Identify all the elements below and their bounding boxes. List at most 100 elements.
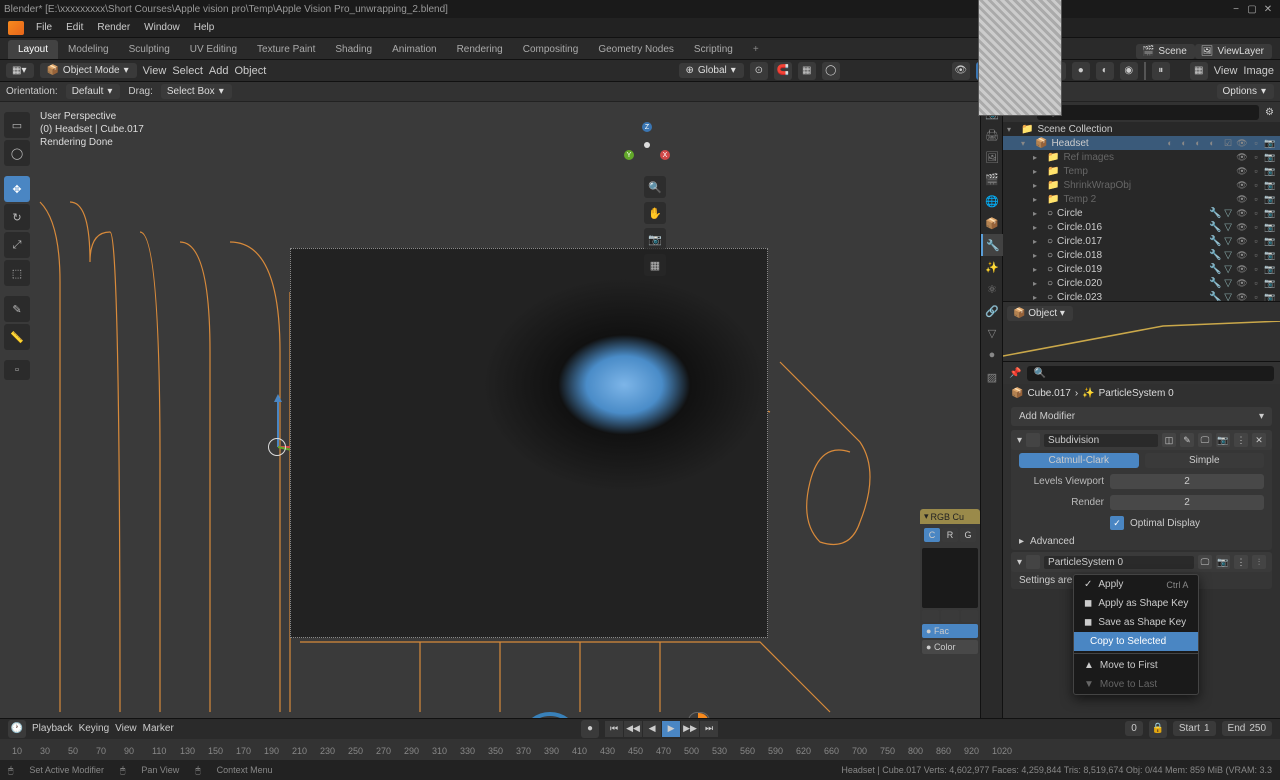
ortho-icon[interactable]: ▦ bbox=[644, 254, 666, 276]
tab-compositing[interactable]: Compositing bbox=[513, 40, 589, 59]
pan-icon[interactable]: ✋ bbox=[644, 202, 666, 224]
maximize-button[interactable]: ▢ bbox=[1244, 4, 1260, 15]
outliner-item[interactable]: ▸○Circle🔧 ▽👁▫📷 bbox=[1003, 206, 1280, 220]
menu-render[interactable]: Render bbox=[91, 20, 136, 35]
levels-viewport[interactable]: 2 bbox=[1110, 474, 1264, 489]
pause-icon[interactable]: ⏸ bbox=[1152, 62, 1170, 80]
outliner-item[interactable]: ▸○Circle.019🔧 ▽👁▫📷 bbox=[1003, 262, 1280, 276]
viewlayer-dropdown[interactable]: 🖼 ViewLayer bbox=[1195, 44, 1272, 59]
channel-g[interactable]: G bbox=[960, 528, 976, 542]
ptab-world[interactable]: 🌐 bbox=[981, 190, 1003, 212]
uv-editor-icon[interactable]: ▦ bbox=[1190, 62, 1208, 80]
ctx-apply-shapekey[interactable]: ◼Apply as Shape Key bbox=[1074, 594, 1198, 613]
proportional-icon[interactable]: ◯ bbox=[822, 62, 840, 80]
props-search[interactable]: 🔍 bbox=[1027, 366, 1274, 381]
annotate-tool[interactable]: ✎ bbox=[4, 296, 30, 322]
ctx-move-first[interactable]: ▲Move to First bbox=[1074, 656, 1198, 675]
outliner-root[interactable]: ▾📁 Scene Collection bbox=[1003, 122, 1280, 136]
ps-extra-icon[interactable]: ⫶ bbox=[1252, 555, 1266, 569]
ptab-constraints[interactable]: 🔗 bbox=[981, 300, 1003, 322]
outliner-search[interactable]: 🔍 bbox=[1037, 105, 1259, 120]
outliner[interactable]: ≡ 🖿 🔍 ⚙ ▾📁 Scene Collection ▾📦 Headset ◐… bbox=[1003, 102, 1280, 302]
mod-cage-icon[interactable]: ◫ bbox=[1162, 433, 1176, 447]
scene-dropdown[interactable]: 🎬 Scene bbox=[1136, 44, 1195, 59]
vp-select-menu[interactable]: Select bbox=[172, 65, 203, 77]
axis-y-icon[interactable]: Y bbox=[624, 150, 634, 160]
snap-icon[interactable]: 🧲 bbox=[774, 62, 792, 80]
ptab-object[interactable]: 📦 bbox=[981, 212, 1003, 234]
timeline[interactable]: 🕐 Playback Keying View Marker ● ⏮ ◀◀ ◀ ▶… bbox=[0, 718, 1280, 760]
timeline-ruler[interactable]: 1030507090110130150170190210230250270290… bbox=[0, 739, 1280, 760]
mode-dropdown[interactable]: 📦 Object Mode ▾ bbox=[40, 63, 136, 78]
add-modifier-button[interactable]: Add Modifier▾ bbox=[1011, 407, 1272, 426]
mod-menu-icon[interactable]: ⋮ bbox=[1234, 433, 1248, 447]
levels-render[interactable]: 2 bbox=[1110, 495, 1264, 510]
visibility-icon[interactable]: 👁 bbox=[952, 62, 970, 80]
tl-view[interactable]: View bbox=[115, 723, 137, 734]
jump-start-icon[interactable]: ⏮ bbox=[605, 721, 623, 737]
mod-close-icon[interactable]: ✕ bbox=[1252, 433, 1266, 447]
editor-type-dropdown[interactable]: ▦▾ bbox=[6, 63, 34, 78]
move-tool[interactable]: ✥ bbox=[4, 176, 30, 202]
outliner-item[interactable]: ▸📁ShrinkWrapObj👁▫📷 bbox=[1003, 178, 1280, 192]
ptab-viewlayer[interactable]: 🖼 bbox=[981, 146, 1003, 168]
pivot-icon[interactable]: ⊙ bbox=[750, 62, 768, 80]
minimize-button[interactable]: − bbox=[1228, 4, 1244, 15]
shade-matprev-icon[interactable]: ◐ bbox=[1096, 62, 1114, 80]
outliner-item[interactable]: ▸📁Temp👁▫📷 bbox=[1003, 164, 1280, 178]
ptab-material[interactable]: ● bbox=[981, 344, 1003, 366]
timeline-editor-icon[interactable]: 🕐 bbox=[8, 720, 26, 738]
ctx-save-shapekey[interactable]: ◼Save as Shape Key bbox=[1074, 613, 1198, 632]
key-prev-icon[interactable]: ◀◀ bbox=[624, 721, 642, 737]
jump-end-icon[interactable]: ⏭ bbox=[700, 721, 718, 737]
camera-icon[interactable]: 📷 bbox=[644, 228, 666, 250]
ps-modifier-header[interactable]: ▾ ParticleSystem 0 🖵 📷 ⋮ ⫶ bbox=[1011, 552, 1272, 572]
outliner-item[interactable]: ▸○Circle.016🔧 ▽👁▫📷 bbox=[1003, 220, 1280, 234]
props-pin-icon[interactable]: 📌 bbox=[1009, 368, 1021, 379]
vp-object-menu[interactable]: Object bbox=[234, 65, 266, 77]
ps-menu-icon[interactable]: ⋮ bbox=[1234, 555, 1248, 569]
outliner-item[interactable]: ▸📁Temp 2👁▫📷 bbox=[1003, 192, 1280, 206]
orientation-dropdown[interactable]: ⊕ Global ▾ bbox=[679, 63, 743, 78]
3d-viewport[interactable]: ▭ ◯ ✥ ↻ ⤢ ⬚ ✎ 📏 ▫ User Perspective (0) H… bbox=[0, 102, 980, 718]
grid-snap-icon[interactable]: ▦ bbox=[798, 62, 816, 80]
modifier-header[interactable]: ▾ Subdivision ◫ ✎ 🖵 📷 ⋮ ✕ bbox=[1011, 430, 1272, 450]
scale-tool[interactable]: ⤢ bbox=[4, 232, 30, 258]
ctx-move-last[interactable]: ▼Move to Last bbox=[1074, 675, 1198, 694]
fac-socket[interactable]: ● Fac bbox=[922, 624, 978, 638]
outliner-item[interactable]: ▸○Circle.018🔧 ▽👁▫📷 bbox=[1003, 248, 1280, 262]
channel-c[interactable]: C bbox=[924, 528, 940, 542]
uv-image-menu[interactable]: Image bbox=[1243, 65, 1274, 77]
add-tool[interactable]: ▫ bbox=[4, 360, 30, 380]
ptab-texture[interactable]: ▨ bbox=[981, 366, 1003, 388]
tab-sculpting[interactable]: Sculpting bbox=[119, 40, 180, 59]
vp-add-menu[interactable]: Add bbox=[209, 65, 229, 77]
axis-z-icon[interactable]: Z bbox=[642, 122, 652, 132]
start-frame[interactable]: Start 1 bbox=[1173, 721, 1216, 736]
ptab-scene[interactable]: 🎬 bbox=[981, 168, 1003, 190]
current-frame[interactable]: 0 bbox=[1125, 721, 1143, 736]
node-header[interactable]: ▾ RGB Cu bbox=[920, 509, 980, 524]
ps-realtime-icon[interactable]: 🖵 bbox=[1198, 555, 1212, 569]
drag-dropdown[interactable]: Select Box ▾ bbox=[161, 84, 232, 99]
close-button[interactable]: ✕ bbox=[1260, 4, 1276, 15]
type-simple[interactable]: Simple bbox=[1145, 453, 1265, 468]
texture-thumbnail[interactable] bbox=[978, 0, 1062, 116]
mod-edit-icon[interactable]: ✎ bbox=[1180, 433, 1194, 447]
uv-object-dropdown[interactable]: 📦 Object ▾ bbox=[1007, 306, 1073, 321]
channel-r[interactable]: R bbox=[942, 528, 958, 542]
axis-x-icon[interactable]: X bbox=[660, 150, 670, 160]
tab-geonodes[interactable]: Geometry Nodes bbox=[588, 40, 684, 59]
play-rev-icon[interactable]: ◀ bbox=[643, 721, 661, 737]
tab-rendering[interactable]: Rendering bbox=[447, 40, 513, 59]
type-catmull[interactable]: Catmull-Clark bbox=[1019, 453, 1139, 468]
tab-layout[interactable]: Layout bbox=[8, 40, 58, 59]
outliner-item[interactable]: ▸○Circle.017🔧 ▽👁▫📷 bbox=[1003, 234, 1280, 248]
ctx-apply[interactable]: ✓ApplyCtrl A bbox=[1074, 575, 1198, 594]
outliner-item[interactable]: ▸○Circle.023🔧 ▽👁▫📷 bbox=[1003, 290, 1280, 302]
nav-gizmo[interactable]: Z Y X bbox=[624, 122, 670, 168]
tab-shading[interactable]: Shading bbox=[325, 40, 382, 59]
menu-window[interactable]: Window bbox=[138, 20, 186, 35]
transform-tool[interactable]: ⬚ bbox=[4, 260, 30, 286]
curve-tool-1[interactable] bbox=[922, 610, 939, 622]
